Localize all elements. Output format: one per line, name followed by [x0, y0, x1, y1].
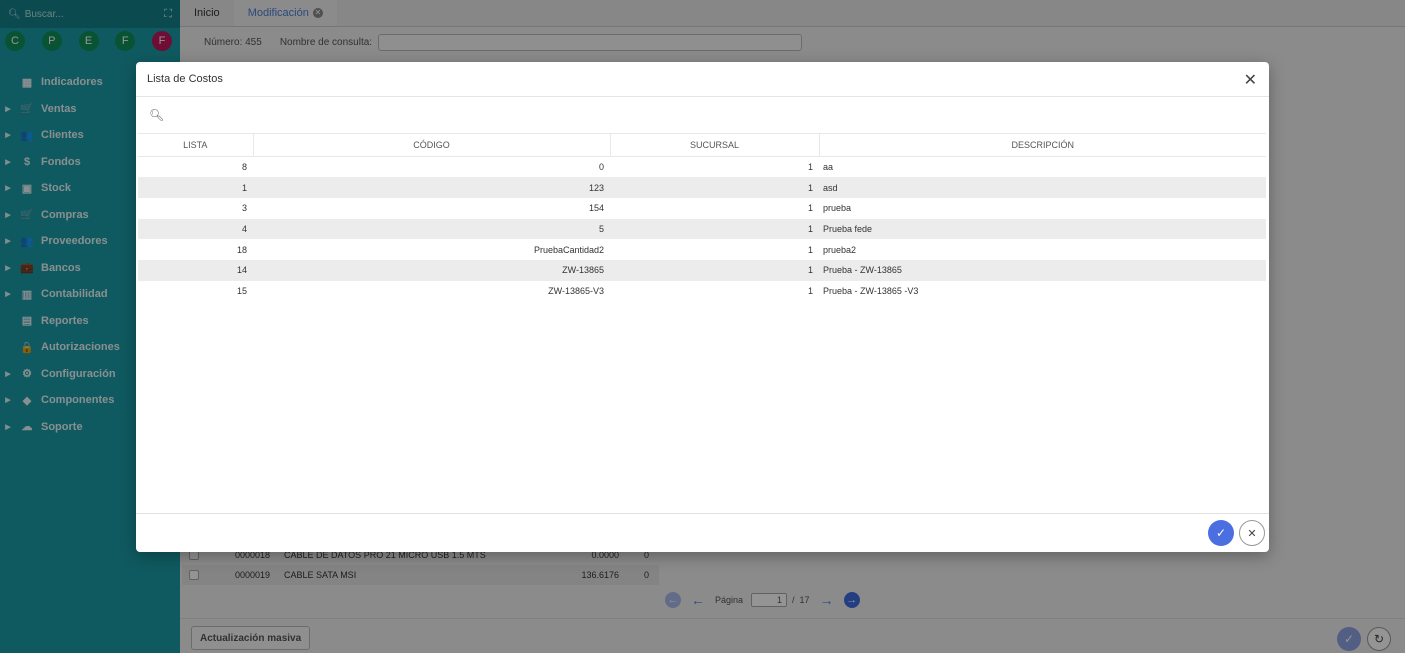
cell-codigo: ZW-13865-V3: [548, 285, 604, 296]
cell-descripcion: Prueba - ZW-13865: [819, 259, 1266, 281]
modal-footer: ✓ ✕: [136, 513, 1269, 552]
cell-lista: 8: [241, 162, 247, 173]
cancel-icon[interactable]: ✕: [1239, 520, 1265, 546]
modal-header: Lista de Costos: [136, 62, 1269, 97]
cell-codigo: PruebaCantidad2: [533, 244, 604, 255]
cell-sucursal: 1: [610, 177, 819, 198]
cell-descripcion: asd: [819, 177, 1266, 198]
cell-lista: 15: [236, 285, 247, 296]
modal-search[interactable]: 🔍︎: [136, 97, 1269, 132]
cell-codigo: ZW-13865: [253, 259, 610, 281]
cell-lista: 4: [138, 218, 253, 240]
table-row[interactable]: 3 154 1 prueba: [138, 198, 1266, 219]
cell-lista: 1: [138, 177, 253, 198]
search-icon: 🔍︎: [149, 107, 165, 122]
cell-lista: 18: [236, 244, 247, 255]
lista-costos-modal: Lista de Costos ✕ 🔍︎ LISTA CÓDIGO SUCURS…: [136, 62, 1269, 552]
table-header: LISTA CÓDIGO SUCURSAL DESCRIPCIÓN: [138, 133, 1266, 157]
cell-codigo: 154: [588, 203, 604, 214]
column-header-sucursal[interactable]: SUCURSAL: [610, 133, 820, 157]
close-icon[interactable]: ✕: [1244, 70, 1257, 90]
cell-sucursal: 1: [807, 203, 813, 214]
cell-sucursal: 1: [807, 244, 813, 255]
cell-sucursal: 1: [807, 285, 813, 296]
column-header-lista[interactable]: LISTA: [138, 133, 254, 157]
column-header-codigo[interactable]: CÓDIGO: [253, 133, 611, 157]
cell-descripcion: aa: [823, 162, 834, 173]
cell-sucursal: 1: [610, 218, 819, 240]
cell-sucursal: 1: [610, 259, 819, 281]
table-row[interactable]: 14 ZW-13865 1 Prueba - ZW-13865: [138, 259, 1266, 281]
modal-title: Lista de Costos: [147, 73, 223, 85]
table-row[interactable]: 4 5 1 Prueba fede: [138, 218, 1266, 240]
column-header-descripcion[interactable]: DESCRIPCIÓN: [819, 133, 1266, 157]
cell-codigo: 0: [598, 162, 604, 173]
cell-lista: 14: [138, 259, 253, 281]
table-row[interactable]: 18 PruebaCantidad2 1 prueba2: [138, 239, 1266, 260]
cell-descripcion: prueba: [823, 203, 852, 214]
cell-descripcion: Prueba fede: [819, 218, 1266, 240]
cell-descripcion: prueba2: [823, 244, 857, 255]
costos-table: LISTA CÓDIGO SUCURSAL DESCRIPCIÓN 8 0 1 aa 1…: [138, 133, 1266, 301]
cell-descripcion: Prueba - ZW-13865 -V3: [823, 285, 919, 296]
cell-codigo: 123: [253, 177, 610, 198]
cell-lista: 3: [241, 203, 247, 214]
table-row[interactable]: 1 123 1 asd: [138, 177, 1266, 198]
table-row[interactable]: 8 0 1 aa: [138, 157, 1266, 178]
accept-icon[interactable]: ✓: [1208, 520, 1234, 546]
cell-codigo: 5: [253, 218, 610, 240]
table-row[interactable]: 15 ZW-13865-V3 1 Prueba - ZW-13865 -V3: [138, 281, 1266, 302]
cell-sucursal: 1: [807, 162, 813, 173]
